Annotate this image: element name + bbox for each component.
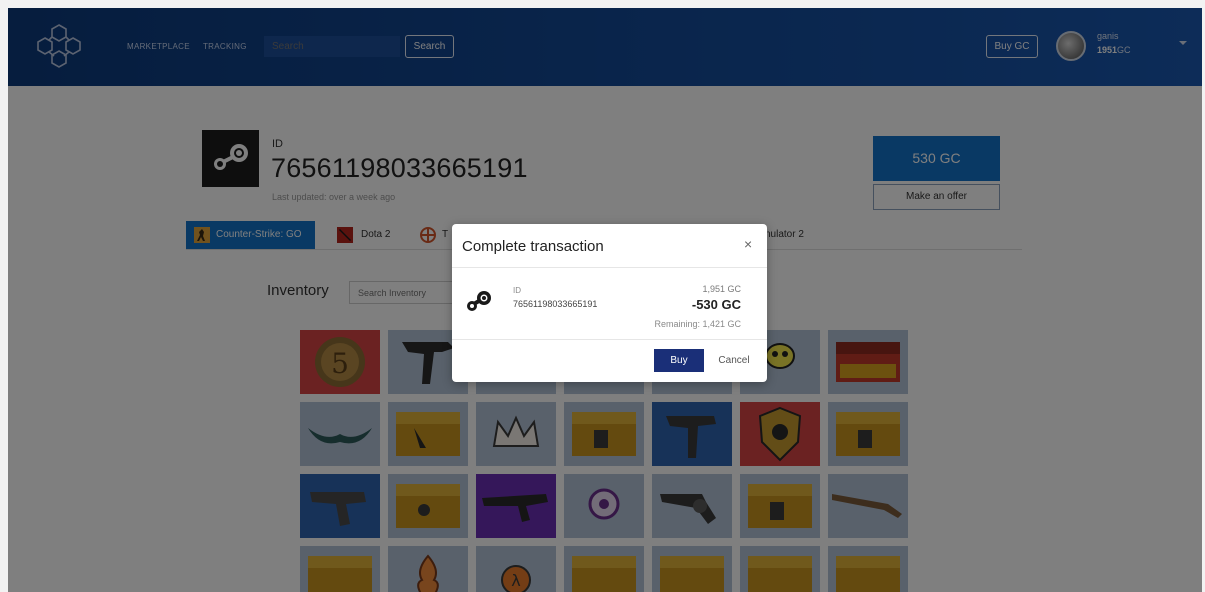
modal-title: Complete transaction: [462, 238, 604, 255]
current-balance: 1,951 GC: [702, 284, 741, 294]
modal-divider: [452, 267, 767, 268]
modal-id-value: 76561198033665191: [513, 299, 598, 309]
modal-id-label: ID: [513, 286, 521, 295]
steam-icon: [467, 291, 491, 311]
modal-divider: [452, 339, 767, 340]
close-icon[interactable]: ×: [744, 236, 752, 252]
remaining-balance: Remaining: 1,421 GC: [654, 319, 741, 329]
app-screen: MARKETPLACE TRACKING Search Buy GC ganis…: [8, 8, 1202, 592]
cancel-button[interactable]: Cancel: [714, 349, 754, 372]
transaction-modal: Complete transaction × ID 76561198033665…: [452, 224, 767, 382]
transaction-cost: -530 GC: [691, 297, 741, 312]
buy-button[interactable]: Buy: [654, 349, 704, 372]
